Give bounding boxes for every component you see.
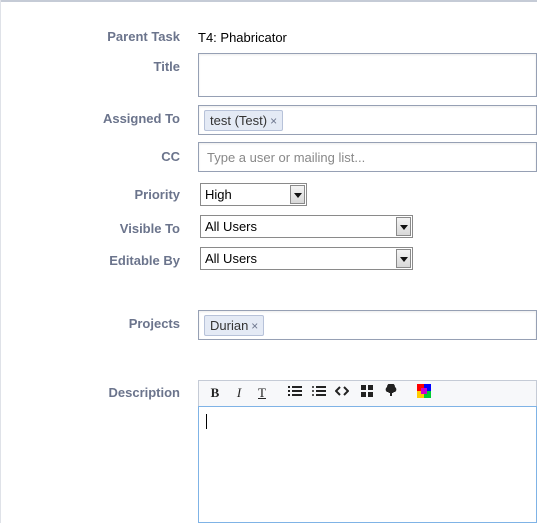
bullet-list-icon[interactable] [287, 384, 303, 402]
chevron-down-icon[interactable] [396, 217, 411, 236]
heading-icon[interactable]: T [254, 384, 270, 402]
color-icon[interactable] [416, 384, 432, 402]
priority-select[interactable]: High [200, 183, 307, 206]
visible-to-label: Visible To [119, 221, 180, 236]
parent-task-value[interactable]: T4: Phabricator [198, 30, 287, 45]
text-caret [206, 414, 207, 429]
chevron-down-icon[interactable] [290, 185, 305, 204]
description-label: Description [108, 385, 180, 400]
editable-by-selected-value: All Users [205, 251, 258, 266]
priority-selected-value: High [205, 187, 232, 202]
assignee-token-label: test (Test) [210, 113, 268, 128]
editable-by-label: Editable By [109, 253, 180, 268]
left-border [0, 0, 1, 523]
cc-label: CC [161, 149, 180, 164]
title-field[interactable] [198, 53, 537, 97]
visible-to-selected-value: All Users [205, 219, 258, 234]
remove-token-icon[interactable]: × [270, 114, 277, 128]
cc-placeholder: Type a user or mailing list... [207, 150, 366, 165]
code-icon[interactable] [334, 384, 350, 402]
numbered-list-icon[interactable] [311, 384, 327, 402]
upload-icon[interactable] [383, 383, 399, 402]
italic-icon[interactable]: I [231, 384, 247, 402]
editable-by-select[interactable]: All Users [200, 247, 413, 270]
top-border [0, 0, 537, 2]
projects-field[interactable]: Durian × [198, 310, 537, 340]
assignee-token[interactable]: test (Test) × [204, 110, 284, 131]
visible-to-select[interactable]: All Users [200, 215, 413, 238]
table-icon[interactable] [359, 384, 375, 402]
priority-label: Priority [134, 187, 180, 202]
bold-icon[interactable]: B [207, 384, 223, 402]
remarkup-toolbar: B I T [198, 380, 537, 406]
projects-label: Projects [128, 316, 180, 331]
project-token-label: Durian [210, 318, 249, 333]
title-label: Title [153, 59, 181, 74]
assigned-to-field[interactable]: test (Test) × [198, 105, 537, 135]
parent-task-label: Parent Task [107, 29, 180, 44]
project-token[interactable]: Durian × [204, 315, 265, 336]
assigned-to-label: Assigned To [102, 111, 180, 126]
chevron-down-icon[interactable] [396, 249, 411, 268]
remove-token-icon[interactable]: × [251, 319, 258, 333]
cc-field[interactable]: Type a user or mailing list... [198, 142, 537, 172]
description-textarea[interactable] [198, 406, 537, 523]
